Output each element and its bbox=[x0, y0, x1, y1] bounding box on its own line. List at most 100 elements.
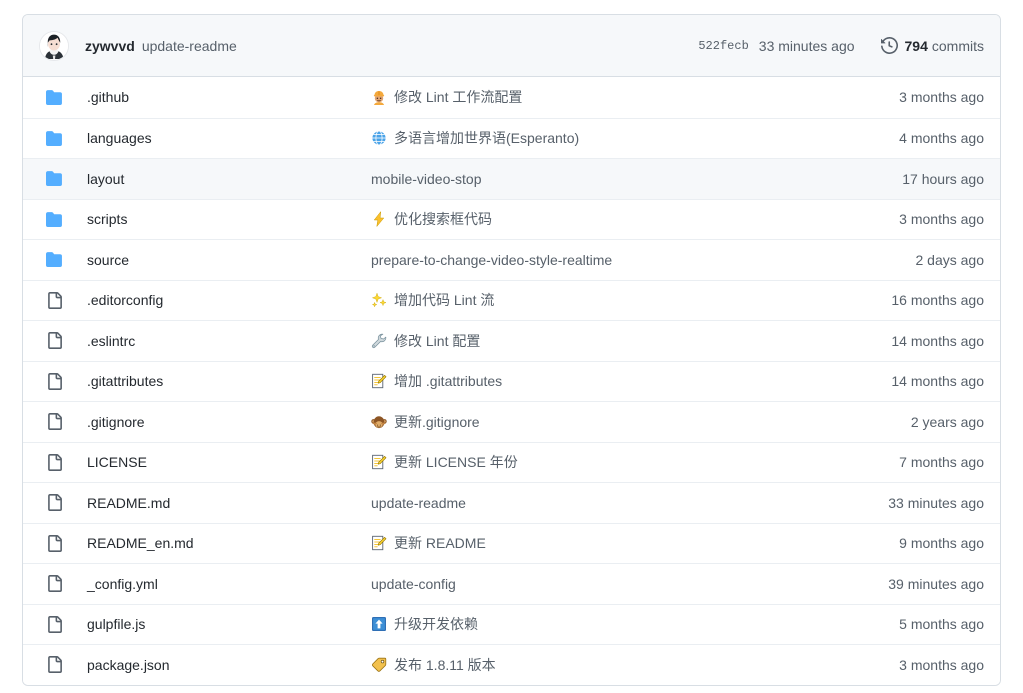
commit-message-cell[interactable]: 增加 .gitattributes bbox=[371, 371, 832, 391]
commit-age: 16 months ago bbox=[891, 292, 984, 309]
commit-sha[interactable]: 522fecb bbox=[698, 39, 748, 53]
commit-message-cell[interactable]: 修改 Lint 配置 bbox=[371, 331, 832, 351]
table-row[interactable]: layout mobile-video-stop 17 hours ago bbox=[23, 158, 1000, 199]
zap-emoji bbox=[371, 211, 387, 227]
table-row[interactable]: .eslintrc 修改 Lint 配置 14 months ago bbox=[23, 320, 1000, 361]
commit-message-cell[interactable]: 更新 README bbox=[371, 533, 832, 553]
commit-message-cell[interactable]: 更新.gitignore bbox=[371, 412, 832, 432]
file-icon bbox=[39, 575, 69, 593]
see-no-evil-monkey-emoji bbox=[371, 414, 387, 430]
history-icon bbox=[880, 37, 898, 54]
commit-message-cell[interactable]: 多语言增加世界语(Esperanto) bbox=[371, 128, 832, 148]
file-icon bbox=[39, 413, 69, 431]
table-row[interactable]: gulpfile.js 升级开发依赖 5 months ago bbox=[23, 603, 1000, 644]
table-row[interactable]: _config.yml update-config 39 minutes ago bbox=[23, 563, 1000, 604]
commit-message-text: 更新.gitignore bbox=[394, 413, 480, 430]
file-icon bbox=[39, 494, 69, 512]
commit-age: 2 days ago bbox=[915, 251, 985, 268]
commit-message-text: 多语言增加世界语(Esperanto) bbox=[394, 130, 580, 147]
table-row[interactable]: .github 修改 Lint 工作流配置 3 months ago bbox=[23, 77, 1000, 118]
table-row[interactable]: LICENSE 更新 LICENSE 年份 7 months ago bbox=[23, 441, 1000, 482]
file-icon bbox=[39, 291, 69, 309]
commit-age: 39 minutes ago bbox=[888, 575, 984, 592]
commit-message-text: 发布 1.8.11 版本 bbox=[394, 656, 496, 673]
sparkles-emoji bbox=[371, 292, 387, 308]
user-avatar[interactable] bbox=[39, 30, 69, 61]
label-emoji bbox=[371, 657, 387, 673]
file-name-link[interactable]: .gitignore bbox=[69, 414, 371, 430]
commit-message-cell[interactable]: 更新 LICENSE 年份 bbox=[371, 452, 832, 472]
commits-history-link[interactable]: 794 commits bbox=[880, 37, 984, 54]
folder-name-link[interactable]: languages bbox=[69, 130, 371, 146]
table-row[interactable]: README_en.md 更新 README 9 months ago bbox=[23, 522, 1000, 563]
table-row[interactable]: source prepare-to-change-video-style-real… bbox=[23, 239, 1000, 280]
memo-emoji bbox=[371, 454, 387, 470]
table-row[interactable]: package.json 发布 1.8.11 版本 3 months ago bbox=[23, 644, 1000, 685]
commit-age: 17 hours ago bbox=[902, 170, 984, 187]
commit-message-cell[interactable]: 修改 Lint 工作流配置 bbox=[371, 87, 832, 107]
table-row[interactable]: .editorconfig 增加代码 Lint 流 16 months ago bbox=[23, 279, 1000, 320]
commit-message-cell[interactable]: 发布 1.8.11 版本 bbox=[371, 655, 832, 675]
folder-name-link[interactable]: layout bbox=[69, 171, 371, 187]
commit-message-cell[interactable]: mobile-video-stop bbox=[371, 171, 832, 187]
table-row[interactable]: .gitignore 更新.gitignore 2 years ago bbox=[23, 401, 1000, 442]
commit-message-text: 修改 Lint 工作流配置 bbox=[394, 89, 523, 106]
file-name-link[interactable]: gulpfile.js bbox=[69, 616, 371, 632]
file-icon bbox=[39, 372, 69, 390]
latest-commit-message[interactable]: update-readme bbox=[142, 38, 237, 54]
commits-label: commits bbox=[931, 37, 984, 54]
commit-message-text: mobile-video-stop bbox=[371, 170, 482, 187]
commit-message-cell[interactable]: 升级开发依赖 bbox=[371, 614, 832, 634]
table-row[interactable]: README.md update-readme 33 minutes ago bbox=[23, 482, 1000, 523]
commit-message-cell[interactable]: prepare-to-change-video-style-realtime bbox=[371, 252, 832, 268]
commit-message-text: 增加代码 Lint 流 bbox=[394, 292, 495, 309]
wrench-emoji bbox=[371, 333, 387, 349]
file-icon bbox=[39, 332, 69, 350]
commits-count: 794 bbox=[904, 37, 928, 54]
table-row[interactable]: languages 多语言增加世界语(Esperanto) 4 months ag… bbox=[23, 117, 1000, 158]
folder-name-link[interactable]: source bbox=[69, 252, 371, 268]
commit-author[interactable]: zywvvd bbox=[85, 38, 135, 54]
commit-age: 7 months ago bbox=[899, 454, 984, 471]
commit-message-cell[interactable]: 增加代码 Lint 流 bbox=[371, 290, 832, 310]
commit-age: 3 months ago bbox=[899, 89, 984, 106]
file-name-link[interactable]: README.md bbox=[69, 495, 371, 511]
commit-message-text: 优化搜索框代码 bbox=[394, 211, 492, 228]
file-name-link[interactable]: .editorconfig bbox=[69, 292, 371, 308]
commit-age: 14 months ago bbox=[891, 332, 984, 349]
commit-message-text: prepare-to-change-video-style-realtime bbox=[371, 251, 613, 268]
file-name-link[interactable]: .eslintrc bbox=[69, 333, 371, 349]
commit-age: 5 months ago bbox=[899, 616, 984, 633]
memo-emoji bbox=[371, 535, 387, 551]
commit-message-text: 增加 .gitattributes bbox=[394, 373, 503, 390]
file-name-link[interactable]: _config.yml bbox=[69, 576, 371, 592]
latest-commit-age: 33 minutes ago bbox=[758, 37, 855, 54]
commit-message-cell[interactable]: 优化搜索框代码 bbox=[371, 209, 832, 229]
commit-message-text: 更新 README bbox=[394, 535, 486, 552]
file-icon bbox=[39, 453, 69, 471]
commit-message-text: 升级开发依赖 bbox=[394, 616, 478, 633]
commit-age: 33 minutes ago bbox=[888, 494, 984, 511]
commit-age: 3 months ago bbox=[899, 656, 984, 673]
file-name-link[interactable]: README_en.md bbox=[69, 535, 371, 551]
folder-name-link[interactable]: .github bbox=[69, 89, 371, 105]
commit-message-text: update-config bbox=[371, 575, 456, 592]
commit-message-cell[interactable]: update-config bbox=[371, 576, 832, 592]
commit-message-text: 修改 Lint 配置 bbox=[394, 332, 481, 349]
commit-message-text: update-readme bbox=[371, 494, 466, 511]
folder-name-link[interactable]: scripts bbox=[69, 211, 371, 227]
commit-age: 9 months ago bbox=[899, 535, 984, 552]
construction-worker-emoji bbox=[371, 89, 387, 106]
file-icon bbox=[39, 615, 69, 633]
folder-icon bbox=[39, 211, 69, 228]
commit-message-text: 更新 LICENSE 年份 bbox=[394, 454, 518, 471]
arrow-up-emoji bbox=[371, 616, 387, 632]
file-name-link[interactable]: LICENSE bbox=[69, 454, 371, 470]
table-row[interactable]: .gitattributes 增加 .gitattributes 14 month… bbox=[23, 360, 1000, 401]
table-row[interactable]: scripts 优化搜索框代码 3 months ago bbox=[23, 198, 1000, 239]
file-name-link[interactable]: .gitattributes bbox=[69, 373, 371, 389]
commit-message-cell[interactable]: update-readme bbox=[371, 495, 832, 511]
folder-icon bbox=[39, 251, 69, 268]
file-name-link[interactable]: package.json bbox=[69, 657, 371, 673]
memo-emoji bbox=[371, 373, 387, 389]
